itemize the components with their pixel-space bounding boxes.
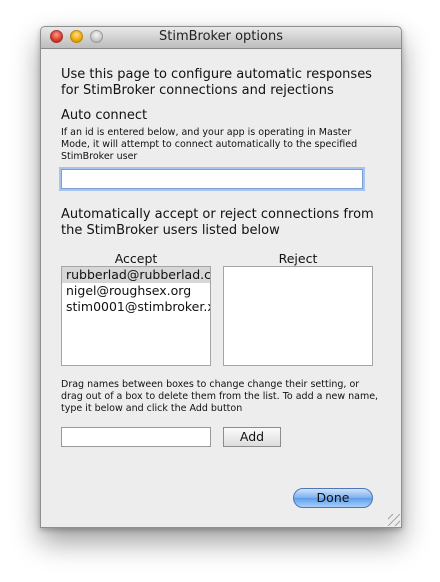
title-bar[interactable]: StimBroker options bbox=[41, 27, 401, 49]
accept-list-item[interactable]: stim0001@stimbroker.xyz bbox=[62, 299, 210, 315]
accept-list-item[interactable]: nigel@roughsex.org bbox=[62, 283, 210, 299]
auto-connect-heading: Auto connect bbox=[61, 108, 148, 123]
add-button[interactable]: Add bbox=[223, 427, 281, 447]
options-window: StimBroker options Use this page to conf… bbox=[40, 26, 402, 528]
accept-list[interactable]: rubberlad@rubberlad.com nigel@roughsex.o… bbox=[61, 266, 211, 366]
accept-column-label: Accept bbox=[114, 251, 158, 266]
auto-connect-description: If an id is entered below, and your app … bbox=[61, 127, 358, 162]
accept-list-item[interactable]: rubberlad@rubberlad.com bbox=[62, 267, 210, 283]
auto-connect-id-input[interactable] bbox=[61, 169, 363, 189]
done-button[interactable]: Done bbox=[293, 488, 373, 508]
reject-list[interactable] bbox=[223, 266, 373, 366]
reject-column-label: Reject bbox=[278, 251, 318, 266]
intro-text: Use this page to configure automatic res… bbox=[61, 67, 372, 98]
window-title: StimBroker options bbox=[159, 29, 283, 44]
help-text: Drag names between boxes to change chang… bbox=[61, 379, 379, 414]
accept-reject-intro: Automatically accept or reject connectio… bbox=[61, 207, 374, 238]
new-name-input[interactable] bbox=[61, 427, 211, 447]
resize-grip-icon[interactable] bbox=[388, 514, 400, 526]
